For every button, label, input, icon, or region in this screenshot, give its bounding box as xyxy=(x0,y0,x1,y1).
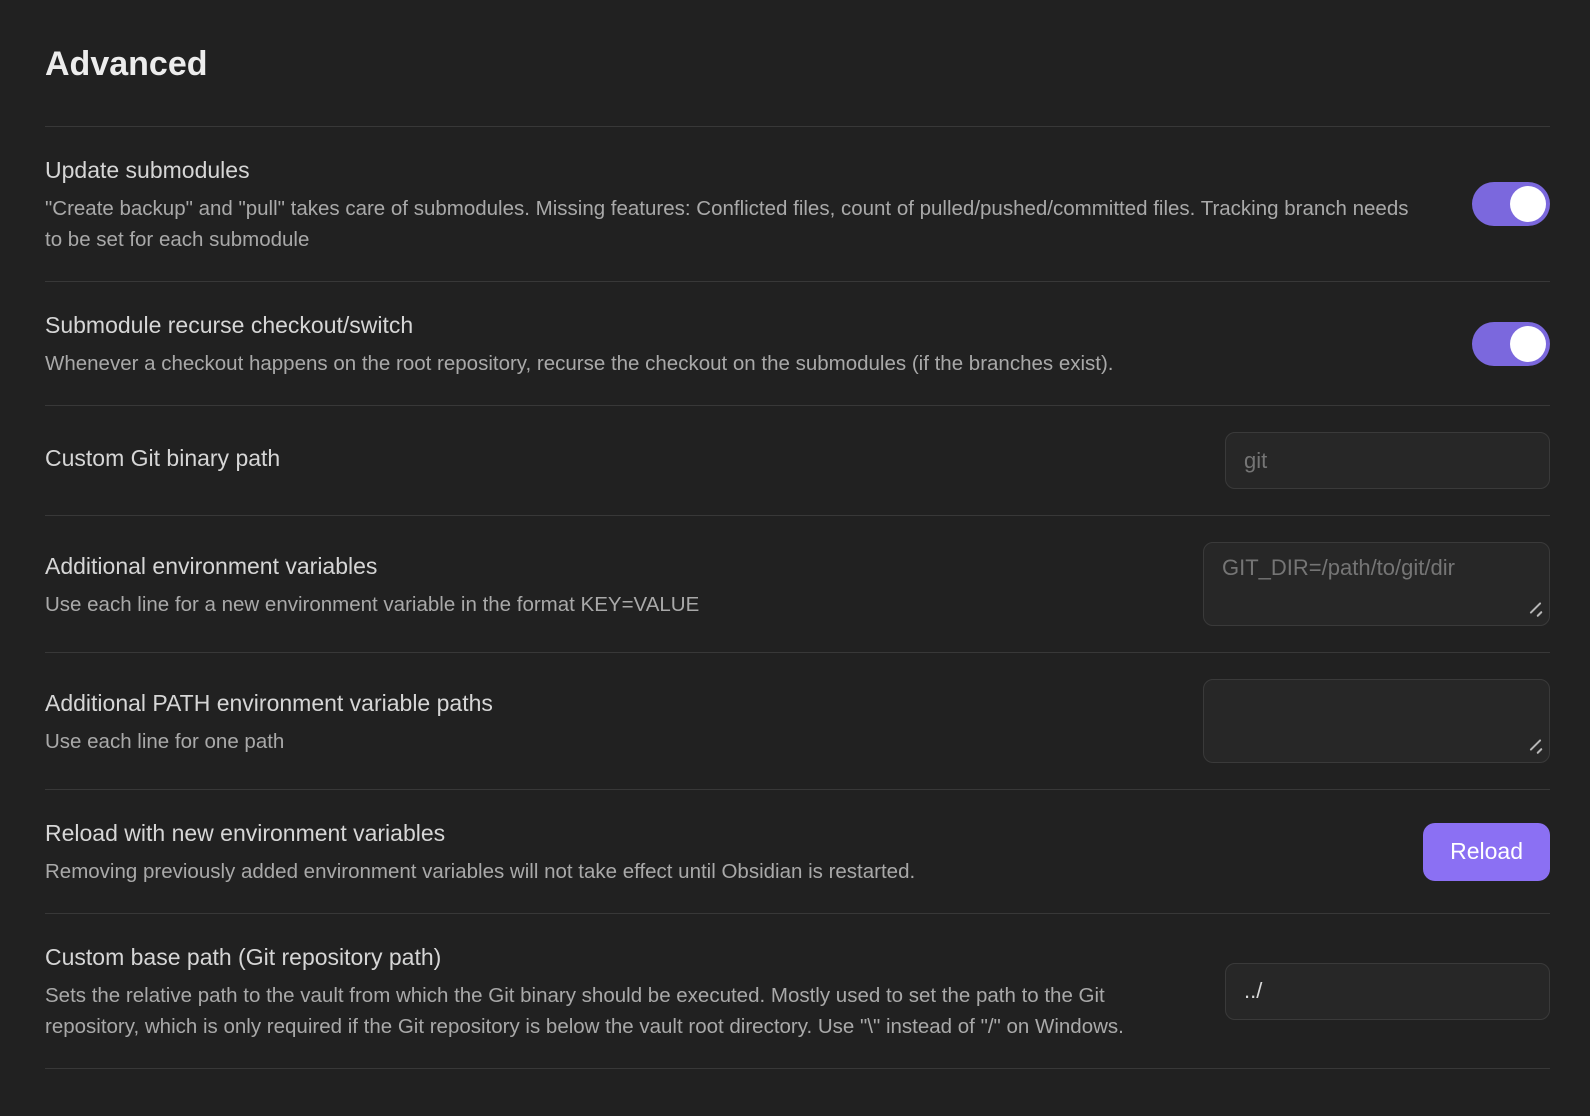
reload-button[interactable]: Reload xyxy=(1423,823,1550,881)
setting-description: Use each line for a new environment vari… xyxy=(45,589,1153,620)
setting-name: Reload with new environment variables xyxy=(45,816,1373,850)
setting-custom-base-path: Custom base path (Git repository path) S… xyxy=(45,914,1550,1069)
custom-base-path-input[interactable] xyxy=(1225,963,1550,1020)
setting-submodule-recurse-checkout: Submodule recurse checkout/switch Whenev… xyxy=(45,282,1550,406)
setting-reload-env-variables: Reload with new environment variables Re… xyxy=(45,790,1550,914)
setting-name: Custom Git binary path xyxy=(45,441,1175,475)
update-submodules-toggle[interactable] xyxy=(1472,182,1550,226)
page-header: Advanced xyxy=(45,0,1550,127)
setting-control xyxy=(1472,322,1550,366)
setting-control xyxy=(1203,679,1550,763)
submodule-recurse-toggle[interactable] xyxy=(1472,322,1550,366)
path-env-paths-textarea[interactable] xyxy=(1203,679,1550,763)
setting-info: Update submodules "Create backup" and "p… xyxy=(45,153,1422,255)
setting-description: Removing previously added environment va… xyxy=(45,856,1373,887)
setting-info: Additional PATH environment variable pat… xyxy=(45,686,1153,757)
textarea-wrapper xyxy=(1203,542,1550,626)
setting-description: "Create backup" and "pull" takes care of… xyxy=(45,193,1422,255)
setting-description: Whenever a checkout happens on the root … xyxy=(45,348,1422,379)
setting-control xyxy=(1203,542,1550,626)
toggle-knob xyxy=(1510,186,1546,222)
toggle-knob xyxy=(1510,326,1546,362)
setting-control xyxy=(1225,963,1550,1020)
resize-grip-icon[interactable] xyxy=(1524,598,1544,618)
setting-name: Additional environment variables xyxy=(45,549,1153,583)
setting-control: Reload xyxy=(1423,823,1550,881)
setting-name: Custom base path (Git repository path) xyxy=(45,940,1175,974)
setting-info: Custom Git binary path xyxy=(45,441,1175,481)
setting-info: Submodule recurse checkout/switch Whenev… xyxy=(45,308,1422,379)
setting-additional-env-variables: Additional environment variables Use eac… xyxy=(45,516,1550,653)
setting-additional-path-env-paths: Additional PATH environment variable pat… xyxy=(45,653,1550,790)
setting-update-submodules: Update submodules "Create backup" and "p… xyxy=(45,127,1550,282)
setting-name: Additional PATH environment variable pat… xyxy=(45,686,1153,720)
env-variables-textarea[interactable] xyxy=(1203,542,1550,626)
setting-control xyxy=(1225,432,1550,489)
page-title: Advanced xyxy=(45,0,1550,126)
setting-name: Update submodules xyxy=(45,153,1422,187)
git-binary-path-input[interactable] xyxy=(1225,432,1550,489)
textarea-wrapper xyxy=(1203,679,1550,763)
setting-info: Custom base path (Git repository path) S… xyxy=(45,940,1175,1042)
settings-page: Advanced Update submodules "Create backu… xyxy=(0,0,1590,1116)
setting-name: Submodule recurse checkout/switch xyxy=(45,308,1422,342)
setting-control xyxy=(1472,182,1550,226)
setting-custom-git-binary-path: Custom Git binary path xyxy=(45,406,1550,516)
setting-description: Sets the relative path to the vault from… xyxy=(45,980,1175,1042)
setting-info: Reload with new environment variables Re… xyxy=(45,816,1373,887)
setting-info: Additional environment variables Use eac… xyxy=(45,549,1153,620)
setting-description: Use each line for one path xyxy=(45,726,1153,757)
resize-grip-icon[interactable] xyxy=(1524,735,1544,755)
